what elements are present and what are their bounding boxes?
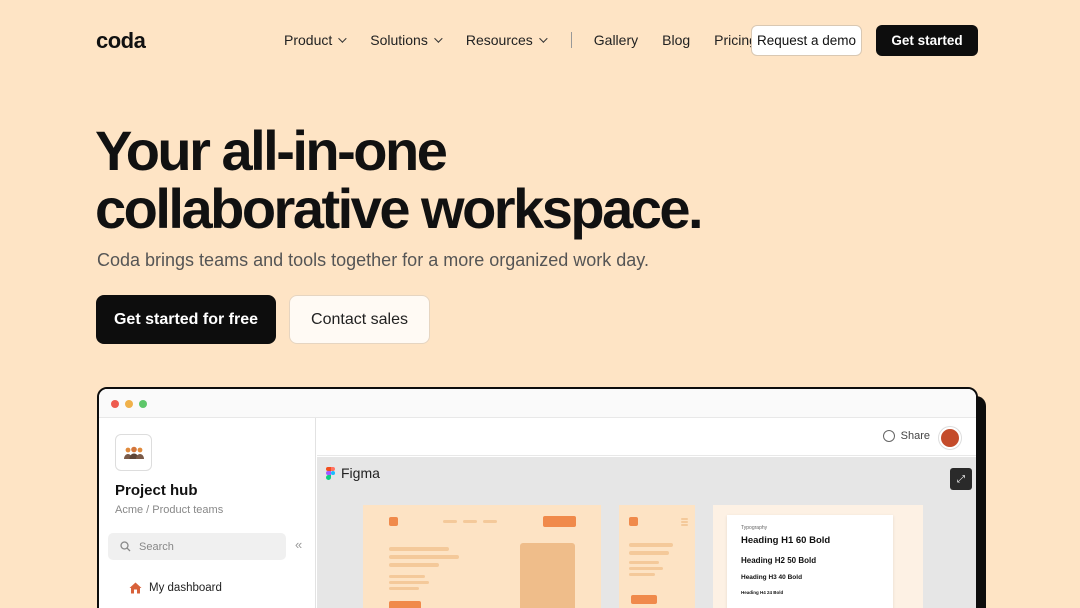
get-started-free-button[interactable]: Get started for free <box>96 295 276 344</box>
frame-cta-button <box>631 595 657 604</box>
team-icon <box>115 434 152 471</box>
coda-logo[interactable]: coda <box>96 28 146 54</box>
figma-icon <box>326 466 335 480</box>
figma-frame-typography: Typography Heading H1 60 Bold Heading H2… <box>713 505 923 608</box>
nav-resources-label: Resources <box>465 32 533 48</box>
typography-h3: Heading H3 40 Bold <box>741 574 803 581</box>
frame-logo-mark <box>629 517 638 526</box>
doc-sidebar: Project hub Acme / Product teams Search … <box>99 418 316 608</box>
hero-subtitle: Coda brings teams and tools together for… <box>97 250 649 270</box>
hub-breadcrumb[interactable]: Acme / Product teams <box>115 504 223 516</box>
typography-caption: Typography <box>741 525 768 531</box>
nav-solutions-label: Solutions <box>370 32 428 48</box>
share-label: Share <box>900 430 930 442</box>
nav-divider <box>570 32 572 48</box>
search-icon <box>120 541 131 552</box>
hero-title: Your all-in-one collaborative workspace. <box>95 122 795 238</box>
nav-blog[interactable]: Blog <box>662 32 690 48</box>
figma-frame-mobile <box>619 505 695 608</box>
top-navigation: coda Product Solutions Resources Gallery… <box>0 0 1080 82</box>
figma-embed-label: Figma <box>326 465 380 481</box>
doc-main: Share Figma ⤢ Typography Heading H1 60 B… <box>317 418 976 608</box>
sidebar-item-label: My dashboard <box>149 582 222 594</box>
expand-icon[interactable]: ⤢ <box>950 468 972 490</box>
request-demo-button[interactable]: Request a demo <box>751 25 862 56</box>
typography-h4: Heading H4 24 Bold <box>741 590 784 595</box>
share-button[interactable]: Share <box>882 430 930 442</box>
typography-card: Typography Heading H1 60 Bold Heading H2… <box>727 515 893 608</box>
maximize-dot-icon <box>139 400 147 408</box>
collapse-sidebar-icon[interactable]: « <box>295 537 302 552</box>
nav-product[interactable]: Product <box>284 32 347 48</box>
figma-frame-desktop <box>363 505 601 608</box>
chevron-down-icon <box>338 34 347 43</box>
minimize-dot-icon <box>125 400 133 408</box>
user-avatar[interactable] <box>939 427 961 449</box>
nav-solutions[interactable]: Solutions <box>370 32 443 48</box>
get-started-button[interactable]: Get started <box>876 25 978 56</box>
figma-embed[interactable]: Figma ⤢ Typography Heading H1 60 Bold He… <box>317 457 976 608</box>
doc-topbar: Share <box>317 418 976 456</box>
chevron-down-icon <box>434 34 443 43</box>
chevron-down-icon <box>538 34 548 43</box>
hero-title-line2: collaborative workspace. <box>95 177 704 240</box>
app-preview-window: Project hub Acme / Product teams Search … <box>97 387 978 608</box>
frame-logo-mark <box>389 517 398 526</box>
frame-image-placeholder <box>520 543 575 608</box>
nav-links: Product Solutions Resources Gallery Blog… <box>284 32 781 48</box>
typography-h2: Heading H2 50 Bold <box>741 556 817 565</box>
search-placeholder: Search <box>139 540 174 553</box>
figma-title: Figma <box>341 465 380 481</box>
frame-nav-button <box>543 516 576 527</box>
sidebar-item-my-dashboard[interactable]: My dashboard <box>129 582 222 594</box>
nav-resources[interactable]: Resources <box>465 32 548 48</box>
globe-icon <box>882 430 895 442</box>
hero-title-line1: Your all-in-one <box>95 119 448 182</box>
frame-cta-button <box>389 601 421 608</box>
nav-product-label: Product <box>284 32 333 48</box>
typography-h1: Heading H1 60 Bold <box>741 535 831 546</box>
contact-sales-button[interactable]: Contact sales <box>289 295 430 344</box>
nav-gallery[interactable]: Gallery <box>594 32 638 48</box>
sidebar-search[interactable]: Search <box>108 533 286 560</box>
hub-title: Project hub <box>115 482 198 499</box>
house-icon <box>129 582 142 594</box>
close-dot-icon <box>111 400 119 408</box>
window-titlebar <box>99 389 976 418</box>
